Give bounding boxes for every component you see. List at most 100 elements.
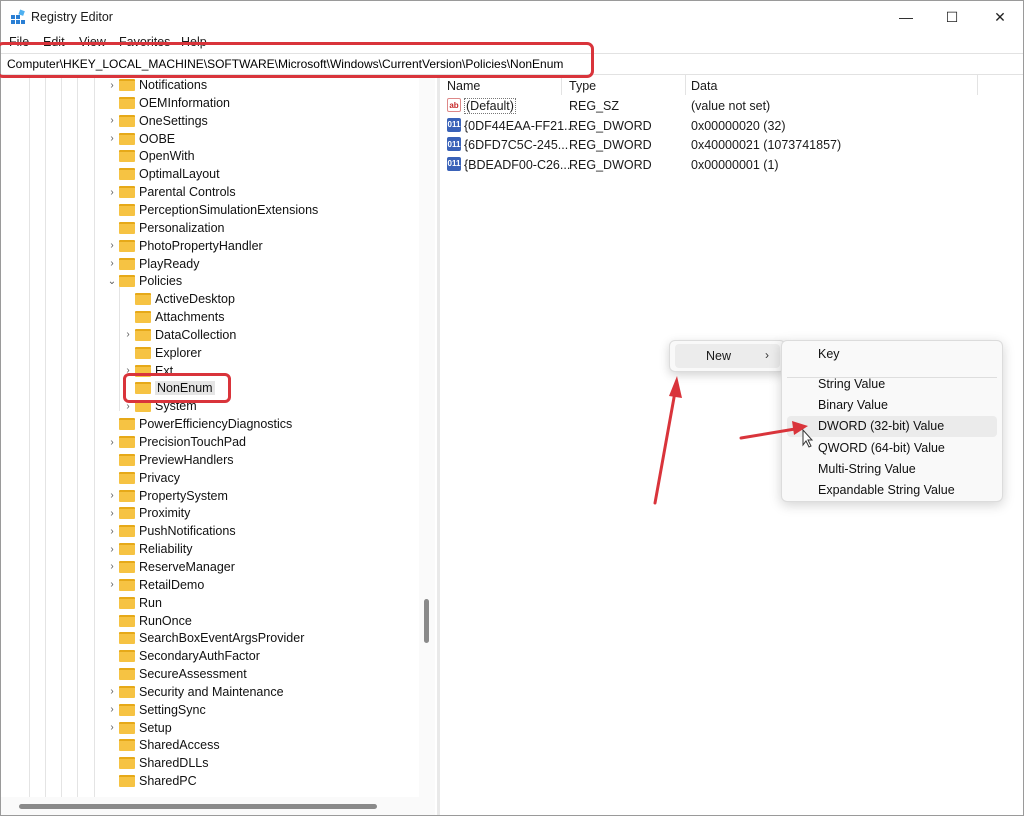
column-header-data[interactable]: Data bbox=[691, 79, 717, 93]
tree-item-label: PhotoPropertyHandler bbox=[139, 238, 263, 253]
tree-item[interactable]: PreviewHandlers bbox=[105, 451, 233, 469]
tree-item-label: OEMInformation bbox=[139, 95, 231, 110]
tree-item[interactable]: SharedPC bbox=[105, 772, 197, 790]
tree-item[interactable]: › DataCollection bbox=[121, 326, 236, 344]
tree-item[interactable]: › OOBE bbox=[105, 130, 175, 148]
tree-item-label: SearchBoxEventArgsProvider bbox=[139, 631, 305, 646]
chevron-down-icon[interactable]: ⌄ bbox=[105, 276, 119, 287]
tree-item[interactable]: › Parental Controls bbox=[105, 183, 235, 201]
tree-item[interactable]: › Setup bbox=[105, 719, 171, 737]
chevron-right-icon[interactable]: › bbox=[105, 579, 119, 590]
tree-item[interactable]: OpenWith bbox=[105, 147, 195, 165]
chevron-right-icon[interactable]: › bbox=[105, 544, 119, 555]
tree-item[interactable]: OptimalLayout bbox=[105, 165, 220, 183]
chevron-right-icon[interactable]: › bbox=[105, 240, 119, 251]
tree-item-label: OpenWith bbox=[139, 149, 195, 164]
column-header-type[interactable]: Type bbox=[569, 79, 596, 93]
chevron-right-icon[interactable]: › bbox=[105, 490, 119, 501]
submenu-item[interactable]: Multi-String Value bbox=[787, 459, 997, 480]
submenu-item[interactable]: DWORD (32-bit) Value bbox=[787, 416, 997, 438]
tree-item[interactable]: › Proximity bbox=[105, 504, 190, 522]
value-row[interactable]: 011 {BDEADF00-C26... REG_DWORD 0x00000001 (… bbox=[441, 155, 981, 175]
tree-item[interactable]: › SettingSync bbox=[105, 701, 205, 719]
tree-item[interactable]: SecondaryAuthFactor bbox=[105, 647, 260, 665]
close-button[interactable]: ✕ bbox=[977, 1, 1023, 33]
value-row[interactable]: ab (Default) REG_SZ (value not set) bbox=[441, 96, 981, 116]
chevron-right-icon[interactable]: › bbox=[105, 561, 119, 572]
tree-item[interactable]: › RetailDemo bbox=[105, 576, 204, 594]
folder-icon bbox=[119, 650, 135, 663]
tree-item[interactable]: › PrecisionTouchPad bbox=[105, 433, 246, 451]
minimize-button[interactable]: — bbox=[883, 1, 929, 33]
tree-item[interactable]: Explorer bbox=[121, 344, 202, 362]
column-divider[interactable] bbox=[977, 75, 978, 95]
column-header-name[interactable]: Name bbox=[447, 79, 480, 93]
folder-icon bbox=[119, 221, 135, 234]
tree-item[interactable]: Privacy bbox=[105, 469, 180, 487]
tree-item[interactable]: › Notifications bbox=[105, 76, 207, 94]
chevron-right-icon[interactable]: › bbox=[105, 115, 119, 126]
submenu-item[interactable]: Expandable String Value bbox=[787, 480, 997, 501]
pane-splitter[interactable] bbox=[437, 75, 440, 815]
tree-item[interactable]: › ReserveManager bbox=[105, 558, 235, 576]
context-menu: New › bbox=[669, 340, 786, 372]
column-divider[interactable] bbox=[685, 75, 686, 95]
tree-item-label: OneSettings bbox=[139, 113, 208, 128]
tree-item-label: Reliability bbox=[139, 542, 193, 557]
binary-value-icon: 011 bbox=[447, 117, 461, 132]
tree-vertical-scrollbar[interactable] bbox=[419, 75, 435, 797]
value-name: {6DFD7C5C-245... bbox=[464, 138, 569, 152]
tree-item[interactable]: ActiveDesktop bbox=[121, 290, 235, 308]
tree-item[interactable]: PerceptionSimulationExtensions bbox=[105, 201, 318, 219]
tree-item[interactable]: OEMInformation bbox=[105, 94, 230, 112]
chevron-right-icon[interactable]: › bbox=[105, 258, 119, 269]
tree-item[interactable]: SharedAccess bbox=[105, 736, 220, 754]
tree-item[interactable]: Attachments bbox=[121, 308, 224, 326]
maximize-button[interactable]: ☐ bbox=[929, 1, 975, 33]
value-row[interactable]: 011 {6DFD7C5C-245... REG_DWORD 0x40000021 (… bbox=[441, 135, 981, 155]
tree-item[interactable]: Run bbox=[105, 594, 162, 612]
scroll-thumb[interactable] bbox=[424, 599, 429, 643]
folder-icon bbox=[119, 685, 135, 698]
tree-item[interactable]: RunOnce bbox=[105, 612, 192, 630]
tree-item-label: SecondaryAuthFactor bbox=[139, 649, 260, 664]
folder-icon bbox=[119, 471, 135, 484]
submenu-item[interactable]: String Value bbox=[787, 374, 997, 395]
chevron-right-icon[interactable]: › bbox=[105, 80, 119, 91]
tree-item[interactable]: › PropertySystem bbox=[105, 487, 228, 505]
tree-horizontal-scrollbar[interactable] bbox=[1, 797, 435, 815]
chevron-right-icon[interactable]: › bbox=[105, 704, 119, 715]
value-row[interactable]: 011 {0DF44EAA-FF21... REG_DWORD 0x00000020 … bbox=[441, 116, 981, 136]
tree-item[interactable]: › PlayReady bbox=[105, 255, 199, 273]
submenu-item-key[interactable]: Key bbox=[787, 344, 997, 365]
folder-icon bbox=[119, 578, 135, 591]
tree-item[interactable]: Personalization bbox=[105, 219, 224, 237]
tree-item[interactable]: › OneSettings bbox=[105, 112, 208, 130]
tree-item[interactable]: SearchBoxEventArgsProvider bbox=[105, 629, 304, 647]
chevron-right-icon[interactable]: › bbox=[105, 686, 119, 697]
chevron-right-icon[interactable]: › bbox=[121, 329, 135, 340]
submenu-item[interactable]: QWORD (64-bit) Value bbox=[787, 438, 997, 459]
tree-item[interactable]: ⌄ Policies bbox=[105, 272, 182, 290]
chevron-right-icon[interactable]: › bbox=[105, 133, 119, 144]
tree-item[interactable]: › Security and Maintenance bbox=[105, 683, 283, 701]
key-tree[interactable]: › Notifications OEMInformation › OneSettings… bbox=[1, 75, 435, 815]
column-divider[interactable] bbox=[561, 75, 562, 95]
chevron-right-icon[interactable]: › bbox=[105, 508, 119, 519]
folder-icon bbox=[119, 632, 135, 645]
menu-item-new[interactable]: New › bbox=[675, 344, 780, 368]
chevron-right-icon[interactable]: › bbox=[105, 437, 119, 448]
tree-item[interactable]: SharedDLLs bbox=[105, 754, 209, 772]
scroll-thumb[interactable] bbox=[19, 804, 377, 809]
tree-item[interactable]: SecureAssessment bbox=[105, 665, 247, 683]
chevron-right-icon[interactable]: › bbox=[105, 187, 119, 198]
tree-item[interactable]: › PhotoPropertyHandler bbox=[105, 237, 263, 255]
tree-item[interactable]: › Reliability bbox=[105, 540, 193, 558]
tree-item[interactable]: PowerEfficiencyDiagnostics bbox=[105, 415, 292, 433]
submenu-item[interactable]: Binary Value bbox=[787, 395, 997, 416]
tree-item[interactable]: › PushNotifications bbox=[105, 522, 235, 540]
new-submenu: Key String Value Binary Value DWORD (32-bi… bbox=[781, 340, 1003, 502]
binary-value-icon: 011 bbox=[447, 137, 461, 151]
chevron-right-icon[interactable]: › bbox=[105, 722, 119, 733]
chevron-right-icon[interactable]: › bbox=[105, 526, 119, 537]
